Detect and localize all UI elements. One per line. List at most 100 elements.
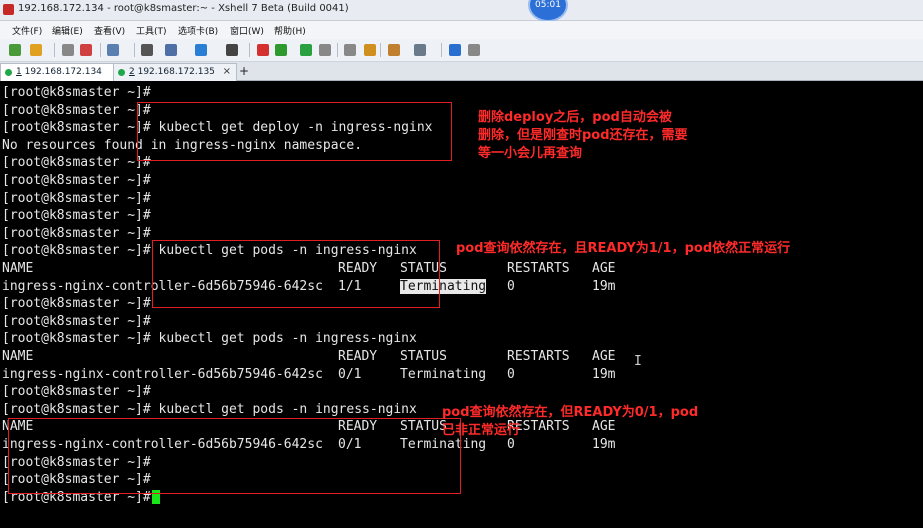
menu-file[interactable]: 文件(F) [12,24,42,37]
prompt: [root@k8smaster ~]# [2,225,151,241]
toolbar-separator [54,43,55,57]
cell-name: ingress-nginx-controller-6d56b75946-642s… [2,366,323,382]
toolbar-separator [249,43,250,57]
tab-label: 192.168.172.134 [24,67,102,77]
xftp-icon[interactable] [257,44,269,56]
table-header: NAME READY STATUS RESTARTS AGE [2,261,902,279]
column-header-name: NAME [2,349,34,364]
new-session-icon[interactable] [9,44,21,56]
cell-ready: 0/1 [338,366,362,382]
prompt: [root@k8smaster ~]# [2,331,151,347]
terminal-prompt-line: [root@k8smaster ~]# [2,85,151,103]
column-header-status: STATUS [400,349,447,364]
cell-restarts: 0 [507,278,515,294]
text-cursor-ibeam-icon: I [634,354,642,369]
toolbar-separator [337,43,338,57]
annotation-note-ready-0: pod查询依然存在，但READY为0/1，pod 已非正常运行 [442,404,698,440]
prompt: [root@k8smaster ~]# [2,401,151,417]
font-icon[interactable] [226,44,238,56]
prompt: [root@k8smaster ~]# [2,85,151,100]
annotation-line: 已非正常运行 [442,423,521,438]
lock-icon[interactable] [319,44,331,56]
menu-tabs[interactable]: 选项卡(B) [178,24,218,37]
annotation-line: 删除deploy之后，pod自动会被 [478,110,672,125]
column-header-age: AGE [592,349,616,364]
column-header-age: AGE [592,261,616,276]
terminal-prompt-line: [root@k8smaster ~]# [2,314,151,332]
add-tab-icon[interactable]: + [239,64,249,78]
session-tab-bar: 1 192.168.172.134 2 192.168.172.135 × [0,62,923,81]
fullscreen-icon[interactable] [300,44,312,56]
column-header-restarts: RESTARTS [507,261,570,276]
keyboard-icon[interactable] [344,44,356,56]
annotation-line: pod查询依然存在，且READY为1/1，pod依然正常运行 [456,241,791,256]
prompt: [root@k8smaster ~]# [2,243,151,259]
tab-index: 1 [16,67,22,77]
terminal-prompt-line: [root@k8smaster ~]# [2,155,151,173]
menu-window[interactable]: 窗口(W) [230,24,264,37]
tab-session-2[interactable]: 2 192.168.172.135 × [113,63,237,81]
terminal-prompt-line: [root@k8smaster ~]# kubectl get pods -n … [2,331,417,349]
terminal-prompt-line: [root@k8smaster ~]# [2,226,151,244]
compose-icon[interactable] [364,44,376,56]
menu-help[interactable]: 帮助(H) [274,24,306,37]
annotation-box-deploy [137,102,452,161]
connected-status-icon [118,69,125,76]
print-icon[interactable] [165,44,177,56]
properties-icon[interactable] [107,44,119,56]
prompt: [root@k8smaster ~]# [2,296,151,312]
toolbar [0,39,923,62]
prompt: [root@k8smaster ~]# [2,384,151,400]
toolbar-separator [441,43,442,57]
column-header-restarts: RESTARTS [507,349,570,364]
tunnel-icon[interactable] [388,44,400,56]
find-icon[interactable] [141,44,153,56]
cell-age: 19m [592,278,616,294]
toolbar-separator [100,43,101,57]
cell-age: 19m [592,366,616,382]
tab-index: 2 [129,67,135,77]
prompt: [root@k8smaster ~]# [2,102,151,118]
tab-label: 192.168.172.135 [137,67,215,77]
annotation-line: pod查询依然存在，但READY为0/1，pod [442,405,699,420]
prompt: [root@k8smaster ~]# [2,313,151,329]
terminal-prompt-line: [root@k8smaster ~]# [2,384,151,402]
table-row: ingress-nginx-controller-6d56b75946-642s… [2,367,902,385]
cell-status: Terminating [400,366,487,382]
menu-view[interactable]: 查看(V) [94,24,125,37]
open-folder-icon[interactable] [30,44,42,56]
annotation-box-pods-1 [152,240,440,308]
cell-restarts: 0 [507,366,515,382]
disconnect-icon[interactable] [62,44,74,56]
terminal-prompt-line: [root@k8smaster ~]# [2,103,151,121]
toolbar-separator [380,43,381,57]
menu-edit[interactable]: 编辑(E) [52,24,83,37]
globe-icon[interactable] [195,44,207,56]
table-row: ingress-nginx-controller-6d56b75946-642s… [2,278,902,297]
xmanager-icon[interactable] [275,44,287,56]
toolbar-separator [134,43,135,57]
xshell-app-icon [3,4,14,15]
layout-icon[interactable] [414,44,426,56]
annotation-note-ready-1: pod查询依然存在，且READY为1/1，pod依然正常运行 [456,240,790,258]
annotation-line: 等一小会儿再查询 [478,146,583,161]
title-bar: 192.168.172.134 - root@k8smaster:~ - Xsh… [0,0,923,21]
command-text: kubectl get pods -n ingress-nginx [150,331,417,347]
table-header: NAME READY STATUS RESTARTS AGE [2,349,902,367]
terminal-prompt-line: [root@k8smaster ~]# [2,296,151,314]
menu-tools[interactable]: 工具(T) [136,24,167,37]
tab-session-1[interactable]: 1 192.168.172.134 [0,63,114,81]
prompt: [root@k8smaster ~]# [2,208,151,224]
annotation-line: 删除，但是刚查时pod还存在，需要 [478,128,688,143]
help-icon[interactable] [449,44,461,56]
prompt: [root@k8smaster ~]# [2,120,151,136]
close-tab-icon[interactable]: × [223,66,231,77]
prompt: [root@k8smaster ~]# [2,173,151,188]
command-text: kubectl get pods -n ingress-nginx [150,401,417,417]
terminal-prompt-line: [root@k8smaster ~]# [2,173,151,191]
reconnect-icon[interactable] [80,44,92,56]
terminal-prompt-line: [root@k8smaster ~]# [2,191,151,209]
column-header-name: NAME [2,261,34,276]
menu-bar: 文件(F) 编辑(E) 查看(V) 工具(T) 选项卡(B) 窗口(W) 帮助(… [0,21,923,39]
chat-icon[interactable] [468,44,480,56]
